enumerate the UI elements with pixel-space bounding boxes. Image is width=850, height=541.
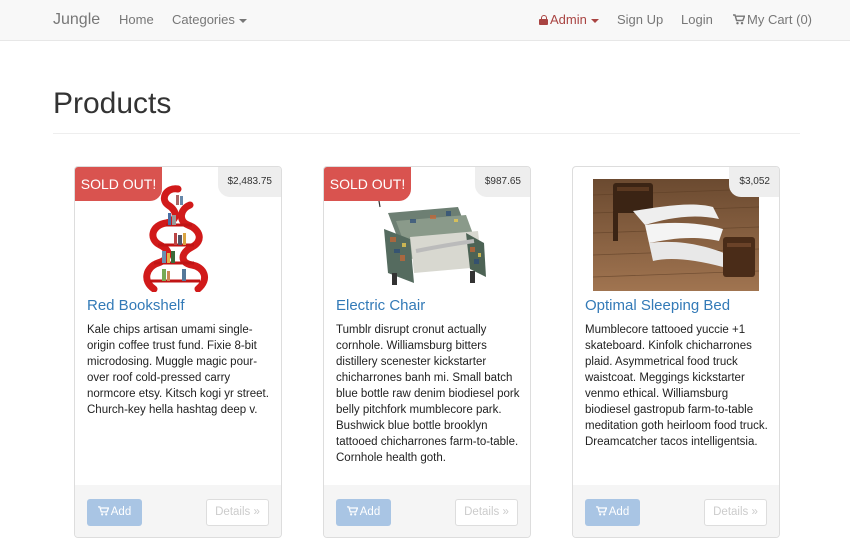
brand-link[interactable]: Jungle [53,0,100,40]
nav-admin-label: Admin [550,12,587,27]
add-to-cart-button[interactable]: Add [87,499,142,526]
cart-icon [595,506,607,516]
nav-cart[interactable]: My Cart (0) [733,0,812,40]
product-description: Kale chips artisan umami single-origin c… [87,324,269,416]
cart-icon [733,14,745,25]
page-title: Products [53,87,172,120]
card-footer: Add Details » [75,485,281,537]
price-tag: $2,483.75 [217,167,281,197]
card-footer: Add Details » [573,485,779,537]
price-tag: $987.65 [474,167,530,197]
cart-icon [346,506,358,516]
nav-login[interactable]: Login [681,0,713,40]
add-button-label: Add [608,506,630,518]
sold-out-badge: SOLD OUT! [75,167,162,201]
add-button-label: Add [359,506,381,518]
product-title-link[interactable]: Optimal Sleeping Bed [585,297,730,315]
chevron-down-icon [238,18,247,23]
product-description: Tumblr disrupt cronut actually cornhole.… [336,324,520,464]
product-card: SOLD OUT! $987.65 Electric Chair Tumblr … [323,166,531,538]
product-title-link[interactable]: Electric Chair [336,297,425,315]
nav-admin[interactable]: Admin [539,0,599,40]
add-button-label: Add [110,506,132,518]
product-description: Mumblecore tattooed yuccie +1 skateboard… [585,324,768,448]
nav-categories[interactable]: Categories [172,0,247,40]
details-button[interactable]: Details » [455,499,518,526]
price-tag: $3,052 [729,167,779,197]
details-button[interactable]: Details » [206,499,269,526]
product-card: $3,052 Optimal Sleeping Bed Mumblecore t… [572,166,780,538]
add-to-cart-button[interactable]: Add [336,499,391,526]
navbar: Jungle Home Categories Admin Sign Up Log… [0,0,850,41]
lock-icon [539,15,548,25]
sold-out-badge: SOLD OUT! [324,167,411,201]
add-to-cart-button[interactable]: Add [585,499,640,526]
card-footer: Add Details » [324,485,530,537]
nav-home[interactable]: Home [119,0,154,40]
chevron-down-icon [590,18,599,23]
details-button[interactable]: Details » [704,499,767,526]
product-card: SOLD OUT! $2,483.75 Red Bookshelf Kale c… [74,166,282,538]
nav-categories-label: Categories [172,12,235,27]
nav-cart-label: My Cart (0) [747,12,812,27]
product-title-link[interactable]: Red Bookshelf [87,297,185,315]
title-divider [53,133,800,134]
cart-icon [97,506,109,516]
nav-signup[interactable]: Sign Up [617,0,663,40]
